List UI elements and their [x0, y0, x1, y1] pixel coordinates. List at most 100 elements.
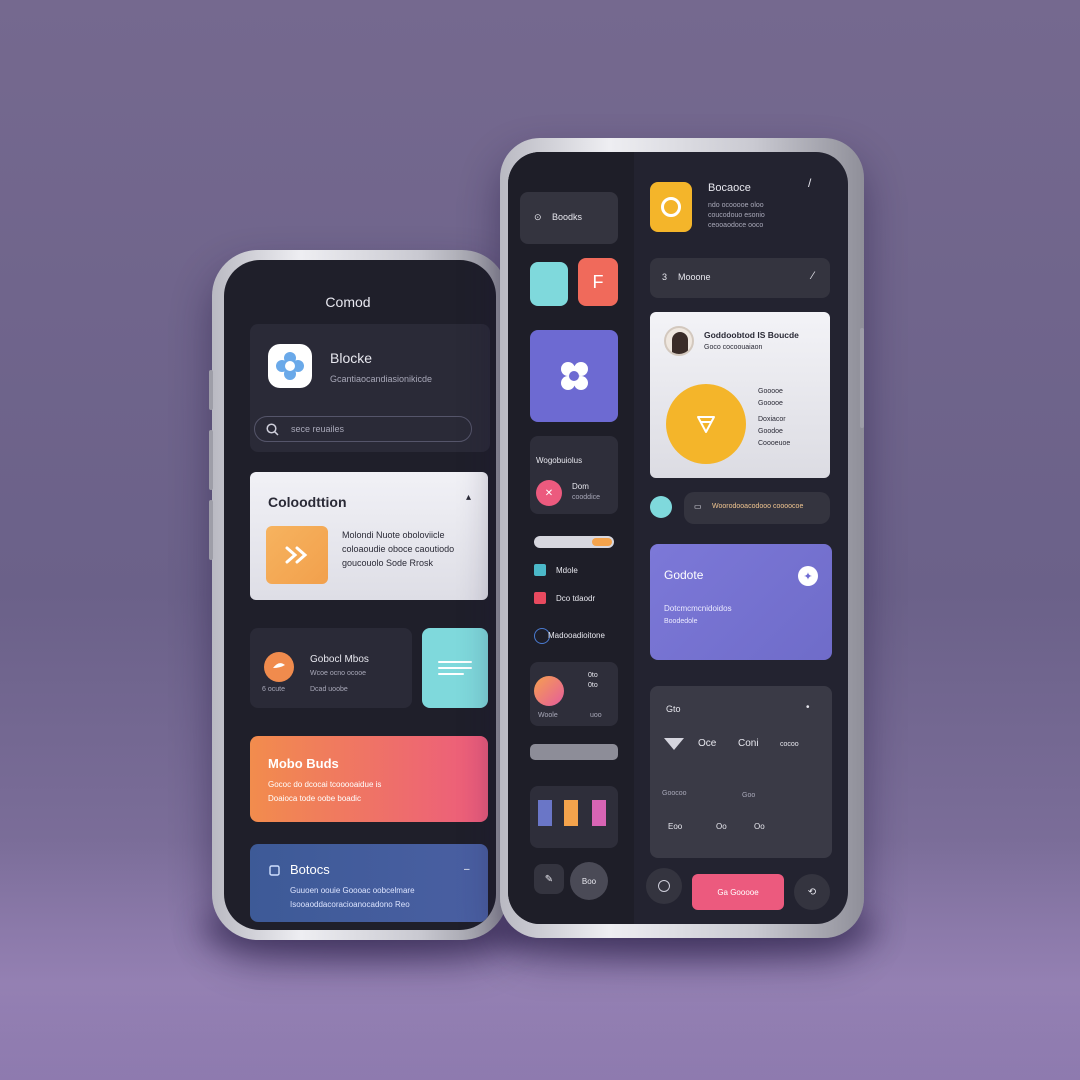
avatar [664, 326, 694, 356]
coral-tile[interactable]: F [578, 258, 618, 306]
file-icon [268, 864, 280, 876]
row-sub: cooddice [572, 494, 601, 501]
flower-icon [268, 344, 312, 388]
cone-icon [666, 384, 746, 464]
progress-bar [530, 744, 618, 760]
bottom-button[interactable]: Boo [570, 862, 608, 900]
profile-subtitle: Goco cocoouaiaon [704, 344, 763, 351]
stat-card[interactable]: 0to 0to Woole uoo [530, 662, 618, 726]
stat-sub: Woole [538, 712, 558, 719]
chevron-icon[interactable]: ▴ [466, 492, 471, 503]
search-bar[interactable]: 3 Mooone ⁄ [650, 258, 830, 298]
collection-card[interactable]: Coloodttion ▴ Molondi Nuote oboloviicle … [250, 472, 488, 600]
blue-card[interactable]: Botocs – Guuoen oouie Goooac oobcelmare … [250, 844, 488, 922]
primary-button[interactable]: Ga Gooooe [692, 874, 784, 910]
stat-sub: uoo [590, 712, 602, 719]
dark-title: Gto [666, 704, 681, 714]
chevron-icon[interactable]: – [464, 864, 470, 875]
header-line: ceooaodoce ooco [708, 222, 764, 229]
contact-line: Wcoe ocno ocooe [310, 670, 367, 677]
profile-side: Doxiacor [758, 416, 786, 423]
header-title: Bocaoce [708, 182, 751, 194]
dark-item: Coni [738, 738, 759, 749]
lines-icon[interactable] [422, 628, 488, 708]
sidebar-card-label: Wogobuiolus [536, 456, 583, 465]
collection-line: Molondi Nuote oboloviicle [342, 530, 445, 540]
file-icon: ▭ [694, 502, 702, 511]
blue-line: Isooaoddacoracioanocadono Reo [290, 900, 410, 909]
search-input[interactable]: sece reuailes [254, 416, 472, 442]
right-phone: ⊙ Boodks F Wogobuiolus ✕ Dom cooddice Md… [500, 138, 864, 938]
contact-line: Dcad uoobe [310, 686, 348, 693]
side-button [209, 430, 213, 490]
blue-line: Guuoen oouie Goooac oobcelmare [290, 886, 415, 895]
legend-swatch [534, 564, 546, 576]
circle-button[interactable] [646, 868, 682, 904]
orange-line: Gococ do dcocai tcooooaidue is [268, 780, 382, 789]
purple-title: Godote [664, 568, 704, 582]
contact-title: Gobocl Mbos [310, 654, 369, 665]
dark-num: Oo [716, 822, 727, 831]
legend-label: Dco tdaodr [556, 594, 596, 603]
collection-line: coloaoudie oboce caoutiodo [342, 544, 455, 554]
side-button [209, 500, 213, 560]
arrows-icon [266, 526, 328, 584]
search-num: 3 [662, 272, 668, 282]
bar [538, 800, 552, 826]
indigo-tile[interactable] [530, 330, 618, 422]
dark-num: Oo [754, 822, 765, 831]
contact-line: 6 ocute [262, 686, 285, 693]
bottom-icon[interactable]: ✎ [534, 864, 564, 894]
profile-card[interactable]: Goddoobtod IS Boucde Goco cocoouaiaon Go… [650, 312, 830, 478]
circle-icon [650, 182, 692, 232]
cone-icon [664, 738, 684, 750]
star-icon[interactable]: ✦ [798, 566, 818, 586]
header-line: coucodouo esonio [708, 212, 765, 219]
blue-title: Botocs [290, 862, 330, 877]
header-line: ndo ocooooe oloo [708, 202, 764, 209]
row-text: Dom [572, 482, 589, 491]
contact-card[interactable]: Gobocl Mbos Wcoe ocno ocooe 6 ocute Dcad… [250, 628, 412, 708]
slider-fill [592, 538, 612, 546]
avatar-icon [672, 332, 688, 354]
pill-input[interactable]: ▭ Woorodooacodooo coooocoe [684, 492, 830, 524]
legend-swatch [534, 592, 546, 604]
purple-line: Boodedole [664, 618, 698, 625]
right-screen: ⊙ Boodks F Wogobuiolus ✕ Dom cooddice Md… [508, 152, 848, 924]
profile-side: Coooeuoe [758, 440, 791, 447]
teal-dot[interactable] [650, 496, 672, 518]
bar [592, 800, 606, 826]
purple-line: Dotcmcmcnidoidos [664, 604, 732, 613]
search-placeholder: sece reuailes [291, 424, 345, 434]
heart-icon [264, 652, 294, 682]
dark-item: cocoo [780, 741, 799, 748]
pill-label: Woorodooacodooo coooocoe [712, 503, 804, 510]
side-button [209, 370, 213, 410]
menu-icon[interactable]: / [808, 176, 811, 190]
back-icon[interactable]: ⟲ [794, 874, 830, 910]
dark-label: Goocoo [662, 790, 687, 797]
profile-side: Gooooe [758, 388, 783, 395]
stat-value: 0to [588, 672, 598, 679]
left-screen: Comod Blocke Gcantiaocandiasionikicde se… [224, 260, 496, 930]
sidebar-card[interactable]: Wogobuiolus ✕ Dom cooddice [530, 436, 618, 514]
star-icon: ✕ [536, 480, 562, 506]
profile-side: Gooooe [758, 400, 783, 407]
dots-icon[interactable]: • [806, 702, 810, 713]
toggle-label: Madooadioitone [548, 631, 605, 640]
gradient-dot [534, 676, 564, 706]
orange-line: Doaioca tode oobe boadic [268, 794, 361, 803]
dark-card[interactable]: Gto • Oce Coni cocoo Goocoo Goo Eoo Oo O… [650, 686, 832, 858]
legend-label: Mdole [556, 566, 578, 575]
profile-card[interactable]: Blocke Gcantiaocandiasionikicde sece reu… [250, 324, 490, 452]
teal-tile[interactable] [530, 262, 568, 306]
slider[interactable] [534, 536, 614, 548]
dark-label: Goo [742, 792, 756, 799]
left-phone: Comod Blocke Gcantiaocandiasionikicde se… [209, 250, 508, 940]
orange-card[interactable]: Mobo Buds Gococ do dcocai tcooooaidue is… [250, 736, 488, 822]
collection-title: Coloodttion [268, 494, 347, 510]
search-label: Mooone [678, 272, 711, 282]
purple-card[interactable]: Godote ✦ Dotcmcmcnidoidos Boodedole [650, 544, 832, 660]
sidebar-chip[interactable]: ⊙ Boodks [520, 192, 618, 244]
edit-icon[interactable]: ⁄ [812, 270, 814, 282]
